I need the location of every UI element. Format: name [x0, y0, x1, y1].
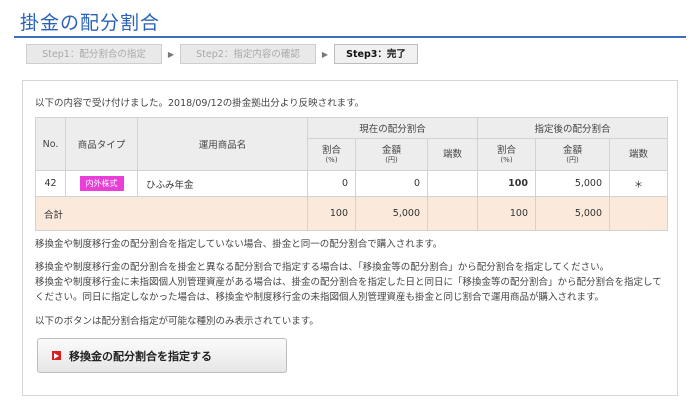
group-current-allocation: 現在の配分割合 — [306, 117, 479, 139]
col-no: No. — [35, 117, 66, 171]
row-new-ratio: 100 — [477, 170, 537, 197]
arrow-right-icon — [52, 351, 61, 360]
product-type-badge: 内外株式 — [79, 176, 124, 191]
col-type: 商品タイプ — [65, 117, 138, 171]
note-text: 移換金や制度移行金の配分割合を掛金と異なる配分割合で指定する場合は、「移換金等の… — [35, 262, 610, 273]
col-new-fraction: 端数 — [609, 138, 669, 171]
row-new-amount: 5,000 — [535, 170, 611, 197]
note-text: ください。同日に指定しなかった場合は、移換金や制度移行金の未指図個人別管理資産も… — [35, 292, 605, 303]
step-3: Step3：完了 — [334, 44, 418, 64]
intro-text: 以下の内容で受け付けました。2018/09/12の掛金拠出分より反映されます。 — [35, 98, 365, 109]
col-current-fraction: 端数 — [426, 138, 479, 171]
col-current-ratio: 割合 (%) — [307, 138, 356, 171]
step-indicator: Step1：配分割合の指定 ▶ Step2：指定内容の確認 ▶ Step3：完了 — [26, 44, 418, 64]
row-product-name: ひふみ年金 — [137, 170, 308, 197]
row-type: 内外株式 — [65, 170, 138, 197]
table-row: 42 内外株式 ひふみ年金 0 0 100 5,000 ＊ — [35, 170, 669, 197]
note-text: 移換金や制度移行金に未指図個人別管理資産がある場合は、掛金の配分割合を指定した日… — [35, 277, 662, 288]
total-current-fraction — [426, 196, 479, 231]
total-row: 合計 100 5,000 100 5,000 — [35, 196, 669, 231]
step-2: Step2：指定内容の確認 — [180, 44, 316, 64]
group-new-allocation: 指定後の配分割合 — [477, 117, 669, 139]
step-arrow-icon: ▶ — [167, 49, 175, 59]
total-current-amount: 5,000 — [355, 196, 428, 231]
total-current-ratio: 100 — [307, 196, 356, 231]
total-label: 合計 — [35, 196, 308, 231]
row-current-fraction — [426, 170, 479, 197]
specify-transfer-allocation-button[interactable]: 移換金の配分割合を指定する — [37, 338, 287, 373]
col-new-amount: 金額 (円) — [535, 138, 611, 171]
allocation-table: No. 商品タイプ 運用商品名 現在の配分割合 指定後の配分割合 割合 (%) 金… — [35, 117, 669, 231]
total-new-fraction — [609, 196, 669, 231]
total-new-amount: 5,000 — [535, 196, 611, 231]
button-label: 移換金の配分割合を指定する — [69, 349, 212, 363]
row-no: 42 — [35, 170, 66, 197]
title-divider — [14, 36, 686, 38]
col-current-amount: 金額 (円) — [355, 138, 428, 171]
total-new-ratio: 100 — [477, 196, 537, 231]
row-current-ratio: 0 — [307, 170, 356, 197]
col-new-ratio: 割合 (%) — [477, 138, 537, 171]
note-text: 以下のボタンは配分割合指定が可能な種別のみ表示されています。 — [35, 316, 319, 327]
row-current-amount: 0 — [355, 170, 428, 197]
step-1: Step1：配分割合の指定 — [26, 44, 162, 64]
note-text: 移換金や制度移行金の配分割合を指定していない場合、掛金と同一の配分割合で購入され… — [35, 239, 443, 250]
page-title: 掛金の配分割合 — [20, 12, 161, 34]
row-new-fraction: ＊ — [609, 170, 669, 197]
col-product: 運用商品名 — [137, 117, 308, 171]
result-panel: 以下の内容で受け付けました。2018/09/12の掛金拠出分より反映されます。 … — [22, 80, 678, 396]
step-arrow-icon: ▶ — [321, 49, 329, 59]
